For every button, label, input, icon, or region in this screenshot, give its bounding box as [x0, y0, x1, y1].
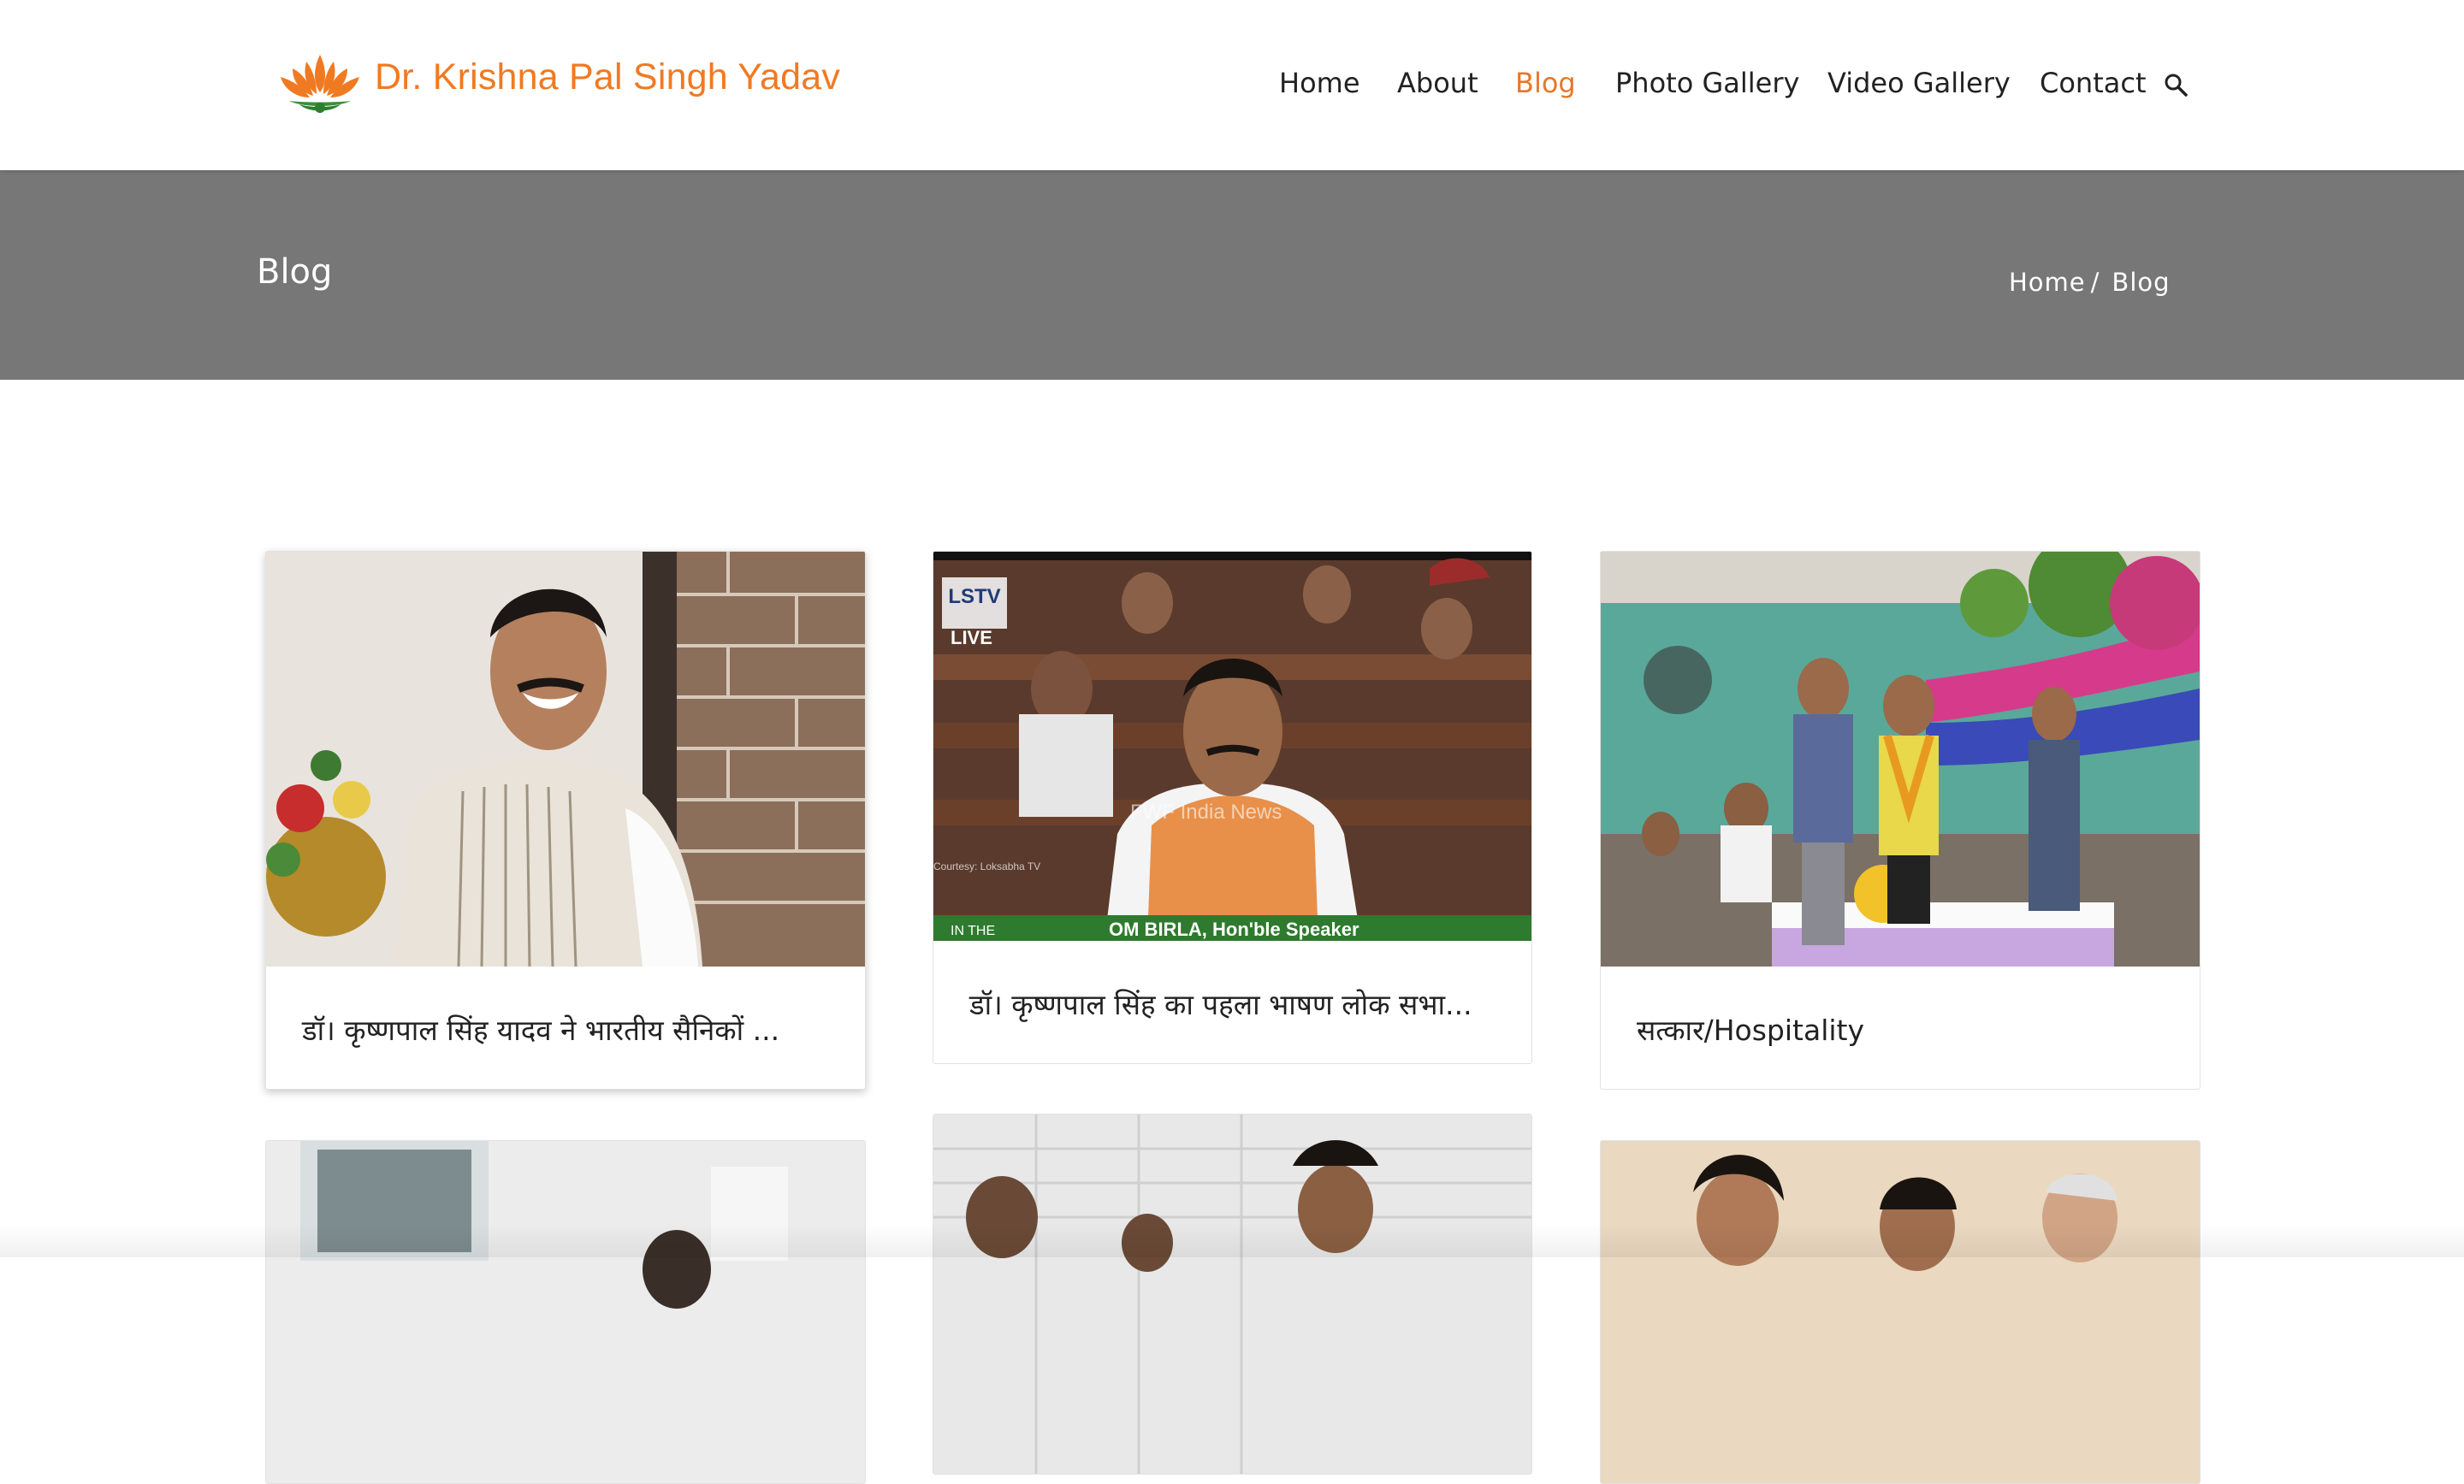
- nav-video-gallery[interactable]: Video Gallery: [1827, 67, 2011, 99]
- page-title: Blog: [257, 252, 333, 292]
- nav-contact[interactable]: Contact: [2040, 67, 2147, 99]
- post-title[interactable]: डॉ। कृष्णपाल सिंह यादव ने भारतीय सैनिकों…: [302, 1010, 779, 1049]
- blog-card[interactable]: सत्कार/Hospitality: [1600, 551, 2200, 1090]
- nav-about[interactable]: About: [1397, 67, 1478, 99]
- post-thumbnail[interactable]: [266, 1141, 865, 1483]
- breadcrumb: Home / Blog: [2009, 268, 2171, 297]
- nav-blog[interactable]: Blog: [1515, 67, 1576, 99]
- video-courtesy: Courtesy: Loksabha TV: [933, 860, 1040, 872]
- nav-photo-gallery[interactable]: Photo Gallery: [1615, 67, 1799, 99]
- site-header: Dr. Krishna Pal Singh Yadav Home About B…: [0, 0, 2464, 170]
- blog-card[interactable]: [1600, 1140, 2200, 1484]
- post-thumbnail[interactable]: LSTV LIVE FWF India News Courtesy: Loksa…: [933, 552, 1531, 941]
- post-title[interactable]: सत्कार/Hospitality: [1637, 1010, 1864, 1049]
- search-icon[interactable]: [2163, 72, 2189, 98]
- nav-home[interactable]: Home: [1279, 67, 1360, 99]
- post-title[interactable]: डॉ। कृष्णपाल सिंह का पहला भाषण लोक सभा..…: [969, 984, 1472, 1023]
- blog-card[interactable]: [933, 1114, 1532, 1475]
- video-bug: IN THE: [951, 924, 995, 938]
- breadcrumb-current: Blog: [2112, 268, 2171, 297]
- blog-card[interactable]: डॉ। कृष्णपाल सिंह यादव ने भारतीय सैनिकों…: [265, 551, 866, 1090]
- main-nav: Home About Blog Photo Gallery Video Gall…: [0, 67, 2464, 104]
- video-ticker: OM BIRLA, Hon'ble Speaker: [1109, 919, 1359, 940]
- post-thumbnail[interactable]: [1601, 1141, 2200, 1483]
- video-watermark: FWF India News: [1130, 801, 1282, 824]
- scroll-shadow: [0, 1223, 2464, 1257]
- breadcrumb-separator: /: [2090, 268, 2100, 297]
- page-title-banner: Blog Home / Blog: [0, 170, 2464, 380]
- live-label: LIVE: [951, 627, 992, 648]
- blog-card[interactable]: LSTV LIVE FWF India News Courtesy: Loksa…: [933, 551, 1532, 1064]
- post-thumbnail[interactable]: [266, 552, 865, 967]
- post-thumbnail[interactable]: [933, 1114, 1531, 1474]
- breadcrumb-home[interactable]: Home: [2009, 268, 2086, 297]
- post-thumbnail[interactable]: [1601, 552, 2200, 967]
- blog-card[interactable]: [265, 1140, 866, 1484]
- channel-logo: LSTV: [948, 585, 1000, 608]
